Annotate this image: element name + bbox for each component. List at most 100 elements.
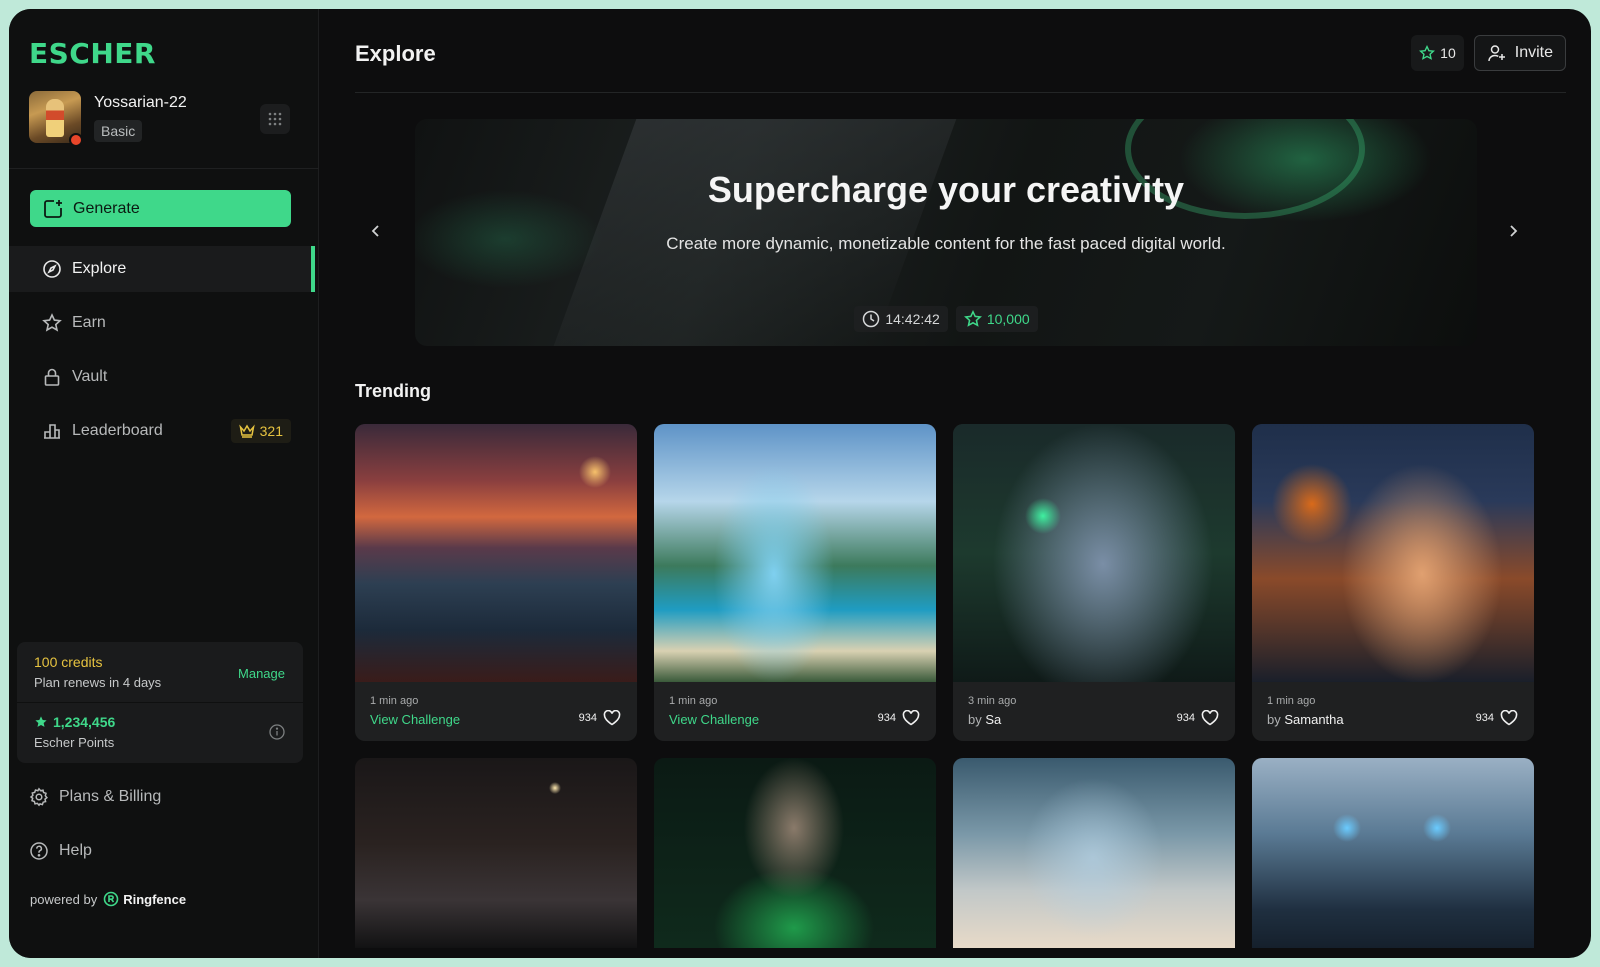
by-prefix: by <box>1267 712 1281 727</box>
star-icon <box>963 310 982 327</box>
like-counter[interactable]: 934 <box>1177 710 1219 726</box>
artwork-image[interactable] <box>1252 758 1534 948</box>
star-icon <box>1419 45 1436 60</box>
like-counter[interactable]: 934 <box>878 710 920 726</box>
sidebar-item-explore[interactable]: Explore <box>9 246 315 292</box>
header-actions: 10 Invite <box>1411 35 1566 71</box>
powered-by: powered by Ringfence <box>30 891 186 907</box>
like-count: 934 <box>1176 712 1195 724</box>
reward-points: 10,000 <box>955 306 1038 332</box>
like-count: 934 <box>1475 712 1494 724</box>
like-count: 934 <box>877 712 896 724</box>
apps-grid-button[interactable] <box>260 104 290 134</box>
manage-link[interactable]: Manage <box>238 666 285 681</box>
footer-item-label: Plans & Billing <box>59 788 162 805</box>
card-time: 1 min ago <box>1267 695 1316 707</box>
plan-badge: Basic <box>94 120 143 142</box>
heart-icon[interactable] <box>1500 710 1518 726</box>
status-indicator <box>69 133 83 147</box>
invite-button[interactable]: Invite <box>1473 35 1566 71</box>
heart-icon[interactable] <box>603 710 621 726</box>
podium-icon <box>44 424 60 439</box>
username: Yossarian-22 <box>94 94 187 111</box>
heart-icon[interactable] <box>902 710 920 726</box>
help-icon <box>30 842 48 860</box>
like-counter[interactable]: 934 <box>579 710 621 726</box>
sidebar-item-earn[interactable]: Earn <box>9 300 313 346</box>
sidebar: ESCHER Yossarian-22 Basic Generate Explo… <box>9 9 319 958</box>
card-time: 3 min ago <box>968 695 1017 707</box>
view-challenge-link[interactable]: View Challenge <box>370 712 460 727</box>
stars-count: 10 <box>1440 45 1456 61</box>
reward-value: 10,000 <box>986 311 1030 327</box>
info-icon[interactable] <box>269 724 285 740</box>
heart-icon[interactable] <box>1201 710 1219 726</box>
carousel-next-button[interactable] <box>1506 223 1520 239</box>
help-link[interactable]: Help <box>29 841 92 861</box>
trending-card[interactable]: 1 min ago View Challenge 934 <box>355 424 637 741</box>
ringfence-logo-icon <box>103 891 119 907</box>
artwork-image[interactable] <box>654 424 936 682</box>
leaderboard-rank-badge: 321 <box>230 419 291 443</box>
artwork-image[interactable] <box>355 758 637 948</box>
star-filled-icon <box>35 716 47 727</box>
card-author: by Sa <box>968 712 1001 727</box>
invite-label: Invite <box>1514 44 1553 61</box>
view-challenge-link[interactable]: View Challenge <box>669 712 759 727</box>
grid-dots-icon <box>268 112 282 126</box>
carousel-prev-button[interactable] <box>369 223 383 239</box>
stars-counter[interactable]: 10 <box>1411 35 1464 71</box>
page-title: Explore <box>355 41 436 66</box>
sidebar-item-vault[interactable]: Vault <box>9 354 313 400</box>
plan-renewal-text: Plan renews in 4 days <box>34 675 162 690</box>
credits-card: 100 credits Plan renews in 4 days Manage… <box>17 642 303 763</box>
like-counter[interactable]: 934 <box>1476 710 1518 726</box>
header-divider <box>355 92 1566 93</box>
timer-value: 14:42:42 <box>885 311 940 327</box>
card-time: 1 min ago <box>669 695 718 707</box>
countdown-timer: 14:42:42 <box>854 306 948 332</box>
powered-by-text: powered by <box>30 891 98 907</box>
hero-subtitle: Create more dynamic, monetizable content… <box>666 234 1226 253</box>
trending-card[interactable]: 3 min ago by Sa 934 <box>953 424 1235 741</box>
sidebar-item-label: Leaderboard <box>72 422 163 439</box>
crown-icon <box>238 424 255 438</box>
like-count: 934 <box>578 712 597 724</box>
artwork-image[interactable] <box>953 758 1235 948</box>
sidebar-item-label: Earn <box>72 314 106 331</box>
star-icon <box>42 313 62 332</box>
artwork-image[interactable] <box>1252 424 1534 682</box>
rank-value: 321 <box>259 423 283 439</box>
escher-points-label: Escher Points <box>34 735 115 750</box>
author-name[interactable]: Sa <box>985 712 1001 727</box>
trending-card[interactable]: 1 min ago by Samantha 934 <box>1252 424 1534 741</box>
artwork-image[interactable] <box>654 758 936 948</box>
trending-title: Trending <box>355 381 431 401</box>
credits-title: 100 credits <box>34 654 103 670</box>
trending-card[interactable]: 1 min ago View Challenge 934 <box>654 424 936 741</box>
hero-title: Supercharge your creativity <box>707 169 1185 210</box>
points-number: 1,234,456 <box>53 714 116 730</box>
hero-meta: 14:42:42 10,000 <box>415 306 1477 332</box>
footer-item-label: Help <box>59 842 92 859</box>
plans-billing-link[interactable]: Plans & Billing <box>29 787 161 807</box>
credits-divider <box>17 702 303 703</box>
compass-icon <box>43 260 61 278</box>
hero-banner[interactable]: Supercharge your creativity Create more … <box>415 119 1477 346</box>
author-name[interactable]: Samantha <box>1284 712 1343 727</box>
image-plus-icon <box>44 199 62 218</box>
card-time: 1 min ago <box>370 695 419 707</box>
artwork-image[interactable] <box>355 424 637 682</box>
main-content: Explore 10 Invite Supercharge your creat… <box>329 9 1591 958</box>
sidebar-item-leaderboard[interactable]: Leaderboard 321 <box>9 408 313 454</box>
artwork-image[interactable] <box>953 424 1235 682</box>
sidebar-divider <box>9 168 319 169</box>
ringfence-brand[interactable]: Ringfence <box>103 891 186 907</box>
ringfence-name: Ringfence <box>123 891 187 907</box>
escher-points-value: 1,234,456 <box>34 714 115 730</box>
user-profile[interactable]: Yossarian-22 Basic <box>29 91 301 147</box>
sidebar-item-label: Vault <box>72 368 108 385</box>
generate-button[interactable]: Generate <box>30 190 291 227</box>
by-prefix: by <box>968 712 982 727</box>
app-logo[interactable]: ESCHER <box>29 37 156 70</box>
